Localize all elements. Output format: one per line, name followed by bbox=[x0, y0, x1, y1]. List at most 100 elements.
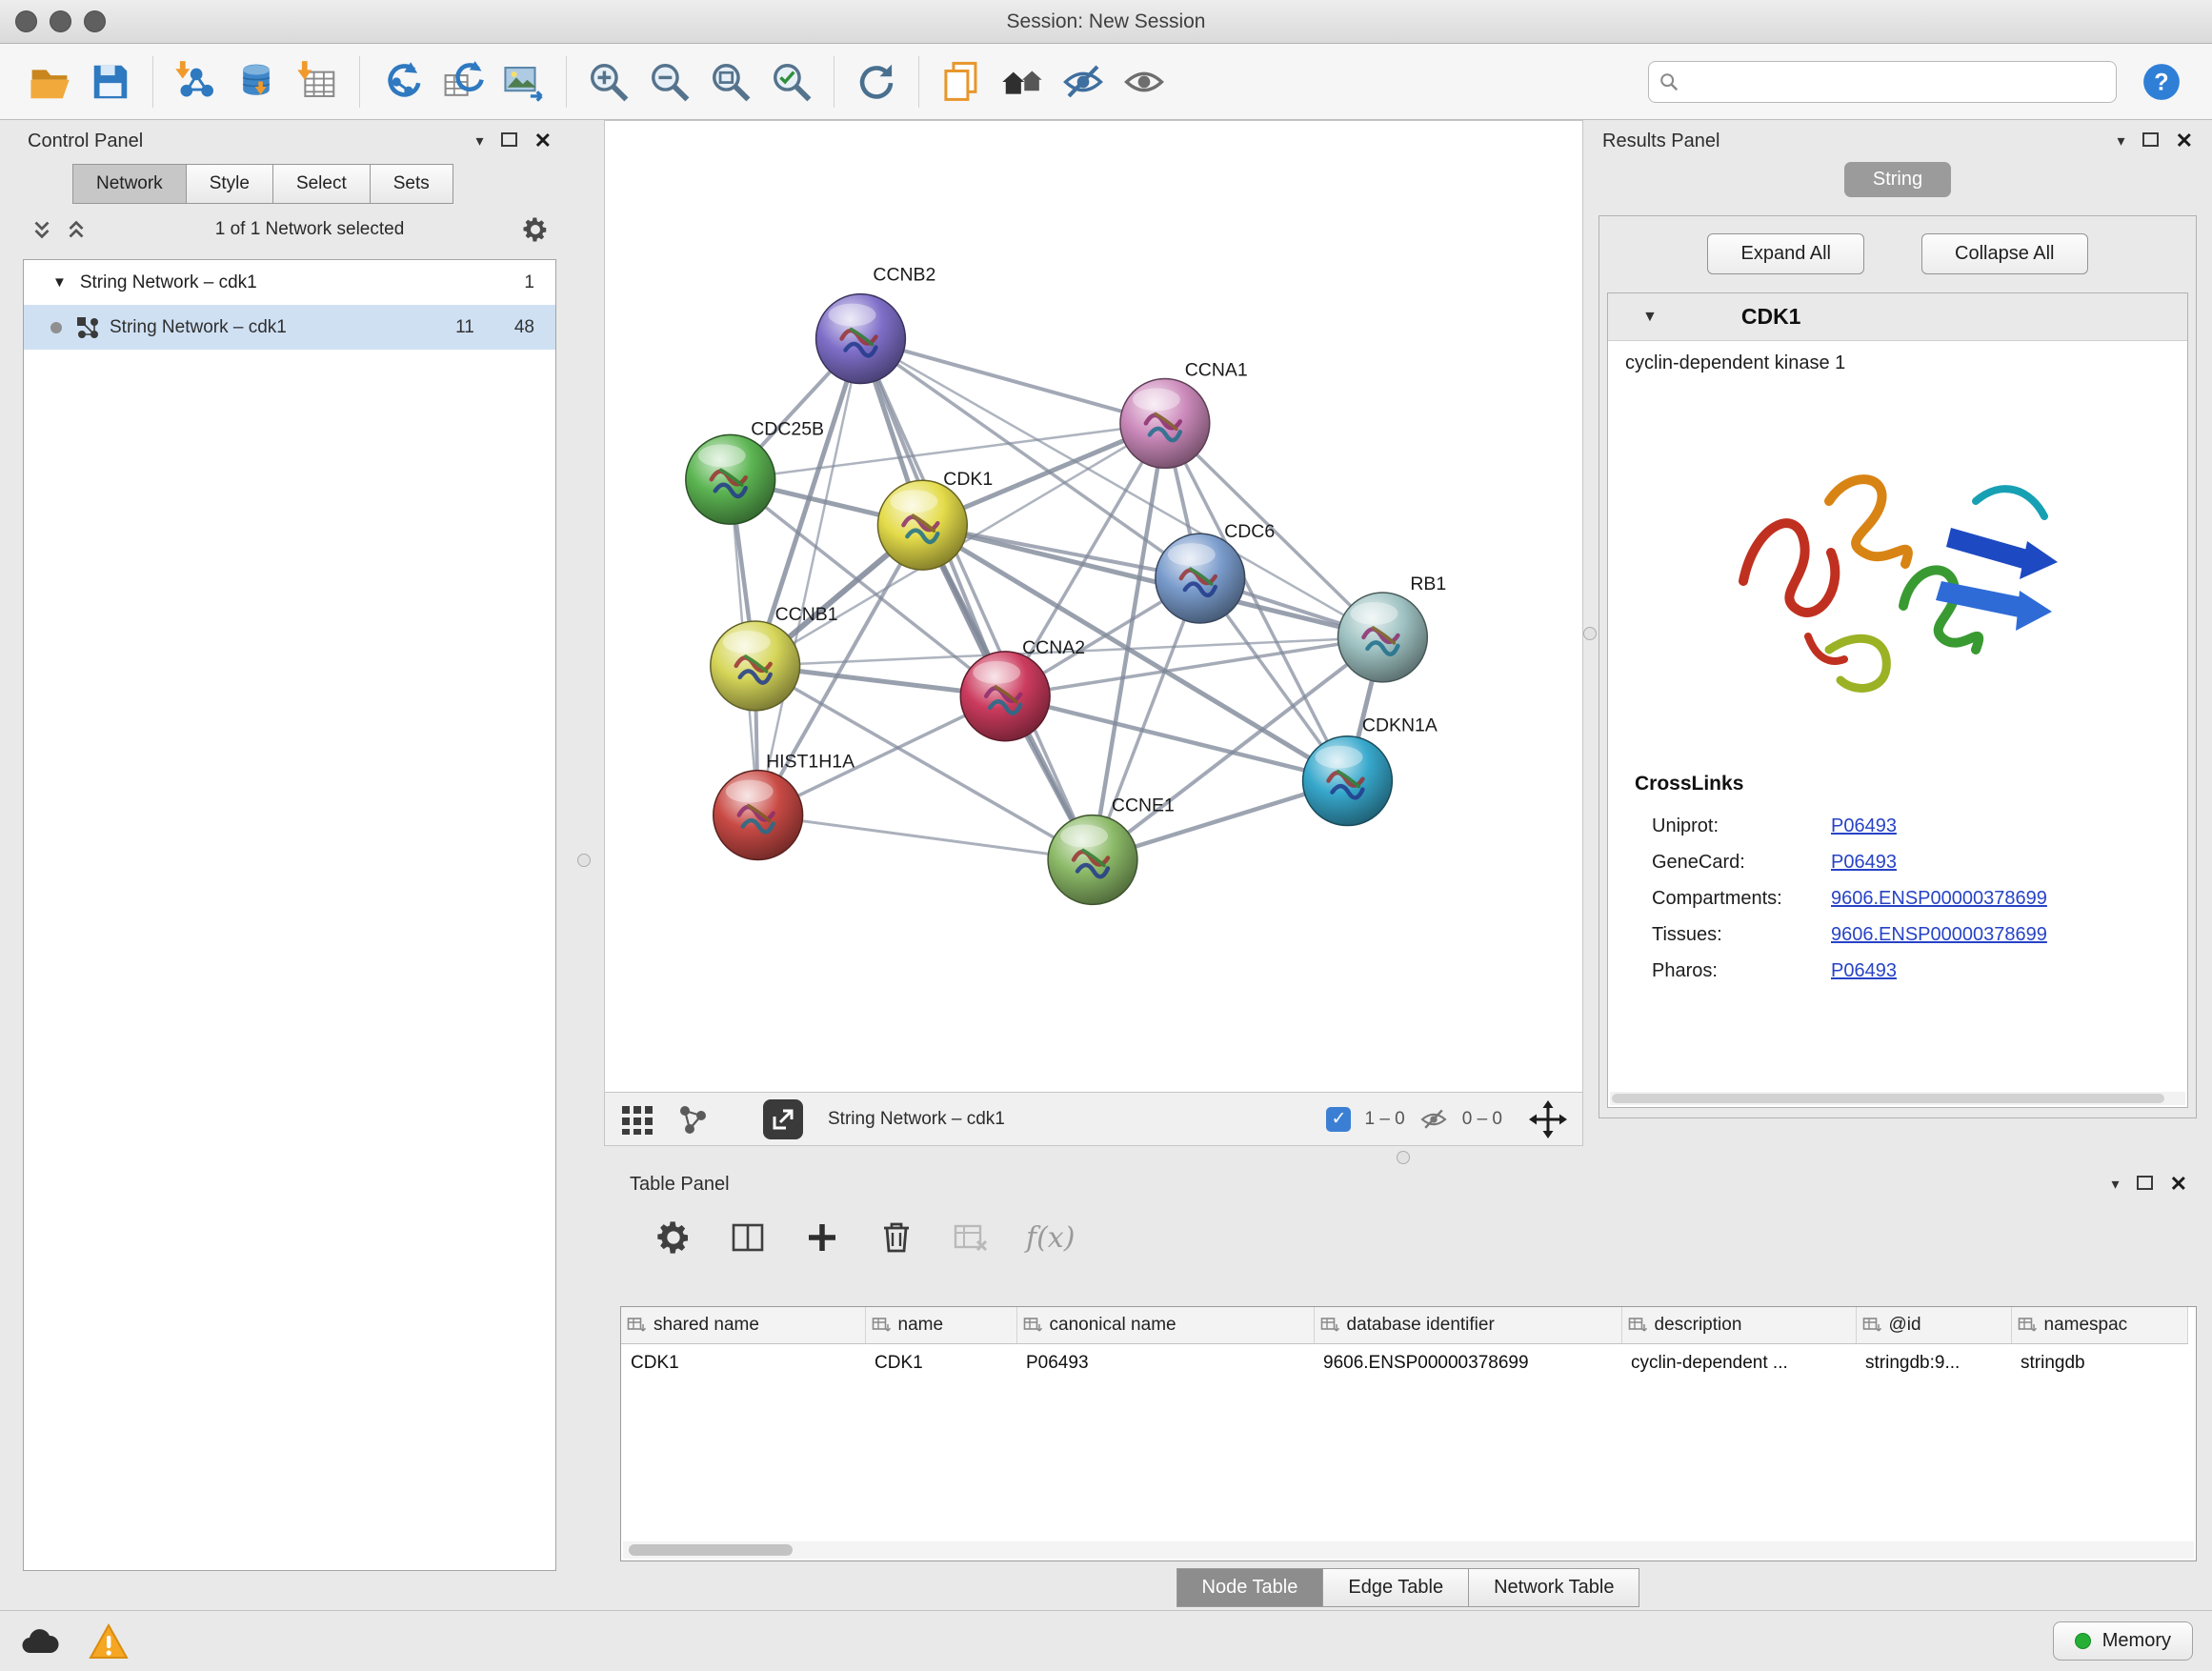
save-session-button[interactable] bbox=[86, 57, 135, 107]
move-crosshair-icon[interactable] bbox=[1529, 1100, 1567, 1138]
selected-nodes-checkbox[interactable]: ✓ bbox=[1326, 1107, 1351, 1132]
panel-menu-icon[interactable]: ▾ bbox=[2112, 1175, 2120, 1194]
home-button[interactable] bbox=[997, 57, 1047, 107]
column-header-namespac[interactable]: namespac bbox=[2011, 1307, 2187, 1344]
cloud-icon[interactable] bbox=[19, 1622, 61, 1661]
float-panel-icon[interactable] bbox=[2142, 131, 2159, 152]
zoom-window-button[interactable] bbox=[84, 10, 106, 32]
clone-network-button[interactable] bbox=[438, 57, 488, 107]
delete-trash-icon[interactable] bbox=[877, 1218, 915, 1257]
tab-string[interactable]: String bbox=[1844, 162, 1951, 197]
close-panel-icon[interactable]: ✕ bbox=[2176, 129, 2193, 153]
show-graphics-button[interactable] bbox=[1119, 57, 1169, 107]
tree-expander-icon[interactable]: ▼ bbox=[52, 274, 67, 291]
birds-eye-view-icon[interactable] bbox=[620, 1102, 654, 1137]
gear-icon[interactable] bbox=[521, 215, 550, 244]
zoom-selected-button[interactable] bbox=[767, 57, 816, 107]
gene-section-header[interactable]: ▼ CDK1 bbox=[1608, 293, 2187, 341]
collapse-all-button[interactable]: Collapse All bbox=[1921, 233, 2088, 274]
table-horizontal-scrollbar[interactable] bbox=[623, 1541, 2194, 1559]
warning-icon[interactable] bbox=[88, 1622, 130, 1661]
network-edge-CDK1-RB1[interactable] bbox=[922, 525, 1382, 637]
table-cell[interactable]: 9606.ENSP00000378699 bbox=[1314, 1344, 1621, 1383]
column-header-database-identifier[interactable]: database identifier bbox=[1314, 1307, 1621, 1344]
crosslink-link[interactable]: P06493 bbox=[1831, 960, 1897, 982]
table-row[interactable]: CDK1CDK1P064939606.ENSP00000378699cyclin… bbox=[621, 1344, 2187, 1383]
table-settings-gear-icon[interactable] bbox=[654, 1218, 693, 1257]
table-cell[interactable]: P06493 bbox=[1016, 1344, 1314, 1383]
tab-style[interactable]: Style bbox=[186, 164, 273, 204]
expand-all-button[interactable]: Expand All bbox=[1707, 233, 1864, 274]
tab-sets[interactable]: Sets bbox=[370, 164, 453, 204]
table-cell[interactable]: stringdb:9... bbox=[1856, 1344, 2011, 1383]
table-cell[interactable]: cyclin-dependent ... bbox=[1621, 1344, 1856, 1383]
open-session-button[interactable] bbox=[25, 57, 74, 107]
import-network-file-button[interactable] bbox=[171, 57, 220, 107]
open-in-window-button[interactable] bbox=[763, 1099, 803, 1139]
table-cell[interactable]: CDK1 bbox=[621, 1344, 865, 1383]
search-input[interactable] bbox=[1679, 71, 2106, 92]
network-edge-CCNB2-HIST1H1A[interactable] bbox=[758, 339, 861, 815]
tab-network[interactable]: Network bbox=[72, 164, 187, 204]
network-edge-CCNB2-CCNE1[interactable] bbox=[860, 339, 1093, 860]
tab-node-table[interactable]: Node Table bbox=[1176, 1568, 1324, 1607]
float-panel-icon[interactable] bbox=[501, 131, 517, 152]
expand-all-icon[interactable] bbox=[64, 217, 89, 242]
zoom-fit-button[interactable] bbox=[706, 57, 755, 107]
network-canvas[interactable]: CCNB2CCNA1CDC25BCDK1CDC6RB1CCNB1CCNA2CDK… bbox=[604, 120, 1583, 1093]
right-divider-handle[interactable] bbox=[1583, 627, 1597, 640]
close-panel-icon[interactable]: ✕ bbox=[2170, 1172, 2187, 1197]
panel-menu-icon[interactable]: ▾ bbox=[476, 131, 484, 151]
crosslink-link[interactable]: P06493 bbox=[1831, 815, 1897, 837]
search-box[interactable] bbox=[1648, 61, 2117, 103]
column-header-description[interactable]: description bbox=[1621, 1307, 1856, 1344]
export-image-button[interactable] bbox=[499, 57, 549, 107]
table-cell[interactable]: stringdb bbox=[2011, 1344, 2187, 1383]
zoom-in-button[interactable] bbox=[584, 57, 633, 107]
hide-unhide-button[interactable] bbox=[1058, 57, 1108, 107]
left-divider-handle[interactable] bbox=[577, 854, 591, 867]
column-header-name[interactable]: name bbox=[865, 1307, 1016, 1344]
crosslink-link[interactable]: 9606.ENSP00000378699 bbox=[1831, 888, 2047, 910]
duplicate-document-button[interactable] bbox=[936, 57, 986, 107]
collapse-all-icon[interactable] bbox=[30, 217, 54, 242]
tab-network-table[interactable]: Network Table bbox=[1468, 1568, 1639, 1607]
tab-select[interactable]: Select bbox=[272, 164, 371, 204]
apply-layout-button[interactable] bbox=[852, 57, 901, 107]
import-network-database-button[interactable] bbox=[231, 57, 281, 107]
network-small-icon[interactable] bbox=[675, 1102, 710, 1137]
column-header-canonical-name[interactable]: canonical name bbox=[1016, 1307, 1314, 1344]
function-builder-button[interactable]: f(x) bbox=[1026, 1221, 1075, 1255]
panel-menu-icon[interactable]: ▾ bbox=[2118, 131, 2125, 151]
toolbar-separator bbox=[359, 56, 360, 108]
minimize-window-button[interactable] bbox=[50, 10, 71, 32]
network-row-selected[interactable]: String Network – cdk1 11 48 bbox=[24, 305, 555, 350]
close-window-button[interactable] bbox=[15, 10, 37, 32]
hidden-eye-slash-icon[interactable] bbox=[1418, 1104, 1449, 1135]
memory-button[interactable]: Memory bbox=[2053, 1621, 2193, 1661]
network-edge-HIST1H1A-CCNE1[interactable] bbox=[758, 815, 1093, 860]
string-network-graph[interactable]: CCNB2CCNA1CDC25BCDK1CDC6RB1CCNB1CCNA2CDK… bbox=[605, 121, 1582, 1092]
add-column-icon[interactable] bbox=[803, 1218, 841, 1257]
new-network-button[interactable] bbox=[377, 57, 427, 107]
column-header--id[interactable]: @id bbox=[1856, 1307, 2011, 1344]
crosslink-link[interactable]: 9606.ENSP00000378699 bbox=[1831, 924, 2047, 946]
column-header-shared-name[interactable]: shared name bbox=[621, 1307, 865, 1344]
import-table-button[interactable] bbox=[292, 57, 342, 107]
network-edge-CCNB2-CCNA1[interactable] bbox=[860, 339, 1164, 424]
crosslink-label: GeneCard: bbox=[1652, 852, 1831, 874]
node-label-RB1: RB1 bbox=[1410, 574, 1446, 594]
show-columns-icon[interactable] bbox=[729, 1218, 767, 1257]
section-expander-icon[interactable]: ▼ bbox=[1642, 309, 1658, 326]
results-scrollbar[interactable] bbox=[1610, 1092, 2185, 1105]
help-button[interactable]: ? bbox=[2142, 62, 2182, 102]
table-cell[interactable]: CDK1 bbox=[865, 1344, 1016, 1383]
close-panel-icon[interactable]: ✕ bbox=[534, 129, 552, 153]
zoom-out-button[interactable] bbox=[645, 57, 694, 107]
bottom-divider-handle[interactable] bbox=[1397, 1151, 1410, 1164]
network-collection-row[interactable]: ▼ String Network – cdk1 1 bbox=[24, 260, 555, 305]
crosslink-link[interactable]: P06493 bbox=[1831, 852, 1897, 874]
float-panel-icon[interactable] bbox=[2137, 1174, 2153, 1196]
node-label-CCNB1: CCNB1 bbox=[775, 604, 838, 625]
tab-edge-table[interactable]: Edge Table bbox=[1322, 1568, 1469, 1607]
